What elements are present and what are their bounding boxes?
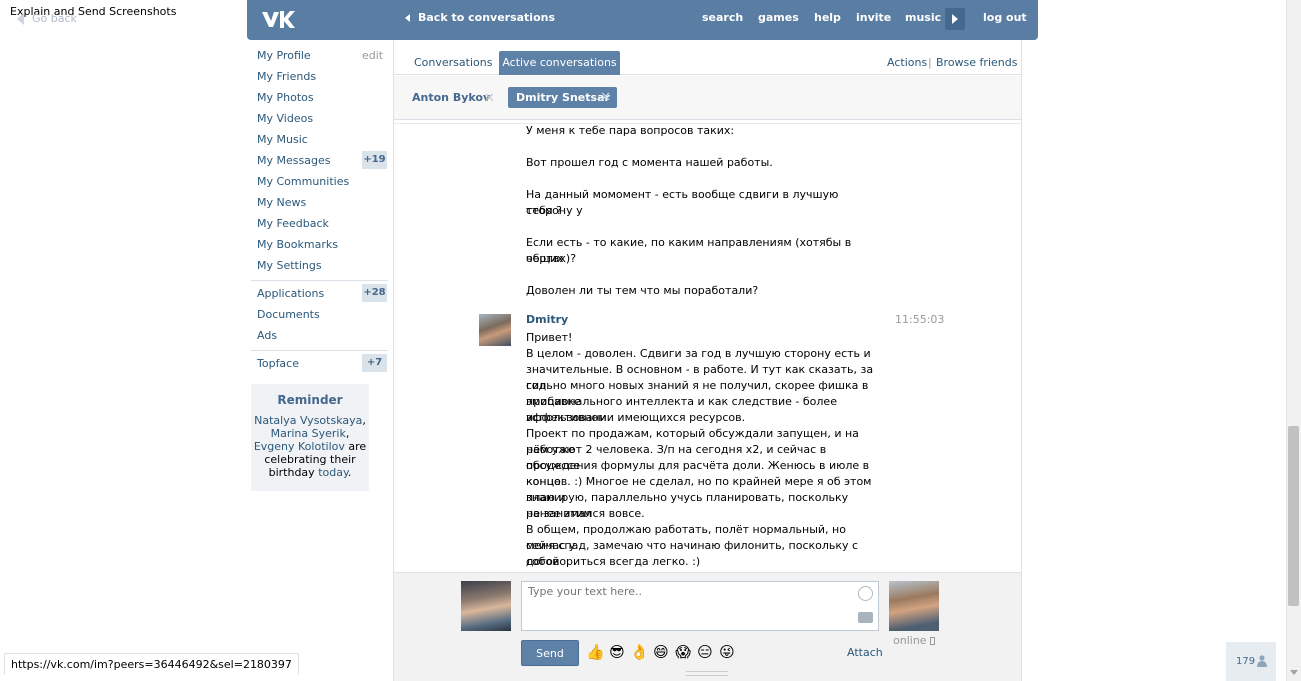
reminder-separator: , (345, 427, 350, 440)
sidebar-divider (251, 350, 388, 351)
sidebar-item-my-communities[interactable]: My Communities (257, 175, 349, 188)
tab-active-conversations[interactable]: Active conversations (499, 51, 620, 75)
sidebar-item-topface[interactable]: Topface (257, 357, 299, 370)
sidebar-divider (251, 280, 388, 281)
counter-value: 179 (1236, 656, 1256, 667)
message-line: договориться всегда легко. :) (526, 555, 701, 568)
profile-edit-link[interactable]: edit (362, 49, 383, 62)
play-icon (952, 14, 958, 24)
avatar[interactable] (461, 581, 511, 631)
vk-logo-icon[interactable] (261, 9, 295, 29)
online-label: online (893, 634, 927, 647)
emoji-wink-tongue[interactable]: 😜 (718, 643, 736, 661)
peer-tab-label: Dmitry Snetsar (516, 91, 610, 104)
nav-search[interactable]: search (702, 11, 743, 24)
reminder-separator: , (362, 414, 366, 427)
sidebar-item-my-news[interactable]: My News (257, 196, 306, 209)
attach-link[interactable]: Attach (847, 646, 883, 659)
message-input[interactable] (521, 581, 879, 631)
nav-invite[interactable]: invite (856, 11, 891, 24)
topface-count-badge[interactable]: +7 (362, 354, 387, 372)
sidebar-item-ads[interactable]: Ads (257, 329, 277, 342)
close-icon[interactable]: ✕ (484, 91, 495, 106)
resize-handle[interactable] (686, 671, 728, 676)
camera-icon[interactable] (858, 612, 873, 623)
reminder-friend-link[interactable]: Marina Syerik (271, 427, 346, 440)
top-header: Back to conversations search games help … (247, 0, 1038, 40)
message-line: не занимался вовсе. (526, 507, 645, 520)
status-bar-url: https://vk.com/im?peers=36446492&sel=218… (4, 653, 299, 675)
scrollbar-thumb[interactable] (1288, 426, 1299, 606)
emoji-expressionless[interactable]: 😑 (696, 643, 714, 661)
message-timestamp[interactable]: 11:55:03 (895, 313, 944, 326)
emoji-grin[interactable]: 😄 (652, 643, 670, 661)
message-line: В целом - доволен. Сдвиги за год в лучшу… (526, 347, 871, 360)
go-back-link[interactable]: Go back (17, 12, 77, 25)
sidebar-item-my-bookmarks[interactable]: My Bookmarks (257, 238, 338, 251)
message-line: Вот прошел год с момента нашей работы. (526, 156, 773, 169)
back-to-conversations-label: Back to conversations (418, 11, 556, 24)
actions-link[interactable]: Actions (887, 56, 927, 69)
message-line: У меня к тебе пара вопросов таких: (526, 124, 735, 137)
sidebar-item-my-messages[interactable]: My Messages (257, 154, 330, 167)
sidebar-item-my-music[interactable]: My Music (257, 133, 308, 146)
sidebar-item-applications[interactable]: Applications (257, 287, 324, 300)
sidebar-item-my-friends[interactable]: My Friends (257, 70, 316, 83)
online-counter-widget[interactable]: 179 (1226, 642, 1276, 681)
music-play-button[interactable] (945, 8, 965, 30)
send-button[interactable]: Send (521, 640, 579, 666)
person-icon (1257, 655, 1267, 667)
message-line: Привет! (526, 331, 573, 344)
sidebar-item-my-settings[interactable]: My Settings (257, 259, 322, 272)
sidebar-item-my-profile[interactable]: My Profile (257, 49, 311, 62)
close-icon[interactable]: ✕ (600, 87, 611, 108)
nav-games[interactable]: games (758, 11, 799, 24)
emoji-thumbs-up[interactable]: 👍 (586, 643, 605, 661)
emoji-sunglasses[interactable]: 😎 (608, 643, 626, 661)
scroll-down-arrow-icon[interactable] (1290, 670, 1298, 675)
online-status: online (893, 634, 935, 647)
sidebar-item-my-videos[interactable]: My Videos (257, 112, 313, 125)
reminder-today-link[interactable]: today (318, 466, 348, 479)
message-line: тебя ? (526, 204, 562, 217)
avatar[interactable] (889, 581, 939, 631)
back-arrow-icon (17, 12, 24, 25)
back-to-conversations-link[interactable]: Back to conversations (405, 11, 555, 24)
reminder-friend-link[interactable]: Evgeny Kolotilov (254, 440, 345, 453)
tab-separator: | (928, 56, 932, 69)
message-line: использовании имеющихся ресурсов. (526, 411, 746, 424)
reminder-period: . (347, 466, 352, 479)
sidebar-item-my-feedback[interactable]: My Feedback (257, 217, 329, 230)
reminder-text: Natalya Vysotskaya, Marina Syerik, Evgen… (251, 414, 369, 479)
emoji-ok-hand[interactable]: 👌 (630, 643, 649, 661)
nav-music[interactable]: music (905, 11, 941, 24)
birthday-reminder: Reminder Natalya Vysotskaya, Marina Syer… (251, 384, 369, 491)
message-line: Доволен ли ты тем что мы поработали? (526, 284, 759, 297)
browse-friends-link[interactable]: Browse friends (936, 56, 1017, 69)
message-author-link[interactable]: Dmitry (526, 313, 568, 326)
applications-count-badge[interactable]: +28 (362, 284, 387, 302)
mobile-icon (929, 637, 935, 645)
messages-count-badge[interactable]: +19 (362, 151, 387, 169)
smile-icon[interactable] (858, 586, 873, 601)
nav-logout[interactable]: log out (983, 11, 1027, 24)
peer-tab-anton-bykov[interactable]: Anton Bykov (412, 91, 490, 104)
go-back-label: Go back (32, 12, 77, 25)
back-triangle-icon (405, 13, 410, 22)
reminder-title: Reminder (277, 393, 343, 407)
peer-tab-dmitry-snetsar[interactable]: Dmitry Snetsar ✕ (508, 87, 617, 108)
emoji-scream[interactable]: 😱 (674, 643, 692, 661)
sidebar-item-documents[interactable]: Documents (257, 308, 320, 321)
sidebar-item-my-photos[interactable]: My Photos (257, 91, 314, 104)
tab-conversations[interactable]: Conversations (414, 56, 492, 69)
nav-help[interactable]: help (814, 11, 841, 24)
avatar[interactable] (479, 314, 511, 346)
reminder-friend-link[interactable]: Natalya Vysotskaya (254, 414, 362, 427)
message-line: чертах)? (526, 252, 577, 265)
